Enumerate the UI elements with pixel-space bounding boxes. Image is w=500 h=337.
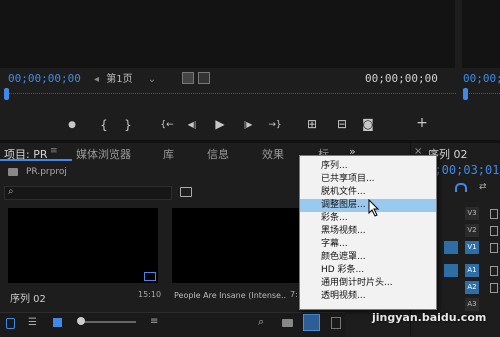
menu-item-hd-bars[interactable]: HD 彩条...: [300, 264, 436, 277]
settings-icon[interactable]: [182, 72, 194, 84]
track-lock-icon[interactable]: [490, 266, 498, 276]
step-forward-button[interactable]: |▶: [240, 118, 256, 132]
zoom-slider[interactable]: [77, 317, 136, 325]
new-bin-icon[interactable]: [180, 187, 192, 197]
sequence-icon: [144, 272, 156, 281]
track-label-v1[interactable]: V1: [465, 241, 479, 254]
menu-item-shared-project[interactable]: 已共享项目...: [300, 173, 436, 186]
source-patch-v1[interactable]: [444, 241, 458, 254]
go-to-in-button[interactable]: {←: [158, 118, 176, 132]
search-input[interactable]: ⌕: [4, 186, 172, 200]
tab-media-browser[interactable]: 媒体浏览器: [76, 146, 131, 162]
trash-icon[interactable]: [331, 317, 341, 329]
menu-item-black-video[interactable]: 黑场视频...: [300, 225, 436, 238]
menu-item-sequence[interactable]: 序列...: [300, 160, 436, 173]
add-button-icon[interactable]: +: [414, 116, 430, 130]
mouse-cursor-icon: [368, 199, 380, 217]
tab-menu-icon[interactable]: ≡: [50, 146, 58, 156]
search-bin-icon[interactable]: ⌕: [258, 315, 264, 329]
project-item-name[interactable]: People Are Insane (Intense...: [174, 291, 286, 300]
tab-effects[interactable]: 效果: [262, 146, 284, 162]
folder-icon: [8, 168, 18, 176]
fit-icon[interactable]: [198, 72, 210, 84]
scrub-bar-right[interactable]: [463, 93, 500, 103]
sort-icon[interactable]: ≡: [150, 316, 158, 327]
project-item-name[interactable]: 序列 02: [10, 290, 46, 305]
tab-info[interactable]: 信息: [207, 146, 229, 162]
menu-item-title[interactable]: 字幕...: [300, 238, 436, 251]
mark-in-button[interactable]: {: [96, 118, 112, 132]
track-label-a2[interactable]: A2: [465, 281, 479, 294]
page-selector-label: 第1页: [106, 74, 133, 85]
duration-timecode: 00;00;00;00: [365, 72, 438, 85]
track-label-v3[interactable]: V3: [465, 207, 479, 220]
chevron-left-icon[interactable]: ◂: [94, 74, 99, 85]
menu-item-countdown-leader[interactable]: 通用倒计时片头...: [300, 277, 436, 290]
project-item-duration: 7:: [290, 290, 298, 299]
project-bottom-bar: [0, 312, 345, 337]
new-item-button[interactable]: [303, 314, 320, 331]
add-marker-button[interactable]: ●: [64, 118, 80, 132]
track-lock-icon[interactable]: [490, 226, 498, 236]
magnet-icon[interactable]: [455, 183, 467, 192]
tab-library[interactable]: 库: [163, 146, 174, 162]
linked-icon[interactable]: ⇄: [479, 182, 487, 192]
menu-item-offline-file[interactable]: 脱机文件...: [300, 186, 436, 199]
menu-item-color-matte[interactable]: 颜色遮罩...: [300, 251, 436, 264]
icon-view-icon[interactable]: [53, 318, 62, 327]
track-label-a3[interactable]: A3: [465, 298, 479, 311]
new-item-context-menu: 序列... 已共享项目... 脱机文件... 调整图层... 彩条... 黑场视…: [299, 155, 437, 310]
zoom-slider-handle[interactable]: [77, 317, 85, 325]
active-tab-underline: [0, 159, 72, 161]
export-frame-button[interactable]: ◙: [360, 117, 376, 131]
menu-item-transparent-video[interactable]: 透明视频...: [300, 290, 436, 303]
step-back-button[interactable]: ◀|: [184, 118, 200, 132]
mark-out-button[interactable]: }: [120, 118, 136, 132]
track-label-a1[interactable]: A1: [465, 264, 479, 277]
program-monitor-right: [462, 0, 500, 68]
program-monitor: [0, 0, 455, 68]
playhead-marker-right[interactable]: [463, 88, 468, 100]
project-item-thumbnail[interactable]: [8, 208, 158, 283]
lock-icon[interactable]: [6, 318, 15, 329]
scrub-bar[interactable]: [4, 93, 456, 103]
track-lock-icon[interactable]: [490, 283, 498, 293]
track-lock-icon[interactable]: [490, 243, 498, 253]
project-item-duration: 15:10: [138, 290, 162, 299]
go-to-out-button[interactable]: →}: [266, 118, 284, 132]
search-icon: ⌕: [8, 186, 14, 197]
watermark: jingyan.baidu.com: [372, 311, 487, 324]
project-name: PR.prproj: [26, 167, 67, 177]
page-selector[interactable]: ◂ 第1页 ⌄: [94, 70, 174, 85]
folder-bin-icon[interactable]: [282, 319, 293, 327]
overwrite-button[interactable]: ⊟: [334, 117, 350, 131]
insert-button[interactable]: ⊞: [304, 117, 320, 131]
playhead-timecode[interactable]: 00;00;00;00: [8, 72, 81, 85]
timeline-right-timecode: 00;00;0: [463, 72, 500, 85]
chevron-down-icon[interactable]: ⌄: [148, 74, 156, 85]
list-view-icon[interactable]: ☰: [28, 317, 37, 328]
playhead-marker[interactable]: [4, 88, 9, 100]
track-label-v2[interactable]: V2: [465, 224, 479, 237]
source-patch-a1[interactable]: [444, 264, 458, 277]
track-lock-icon[interactable]: [490, 209, 498, 219]
play-button[interactable]: ▶: [212, 117, 228, 131]
